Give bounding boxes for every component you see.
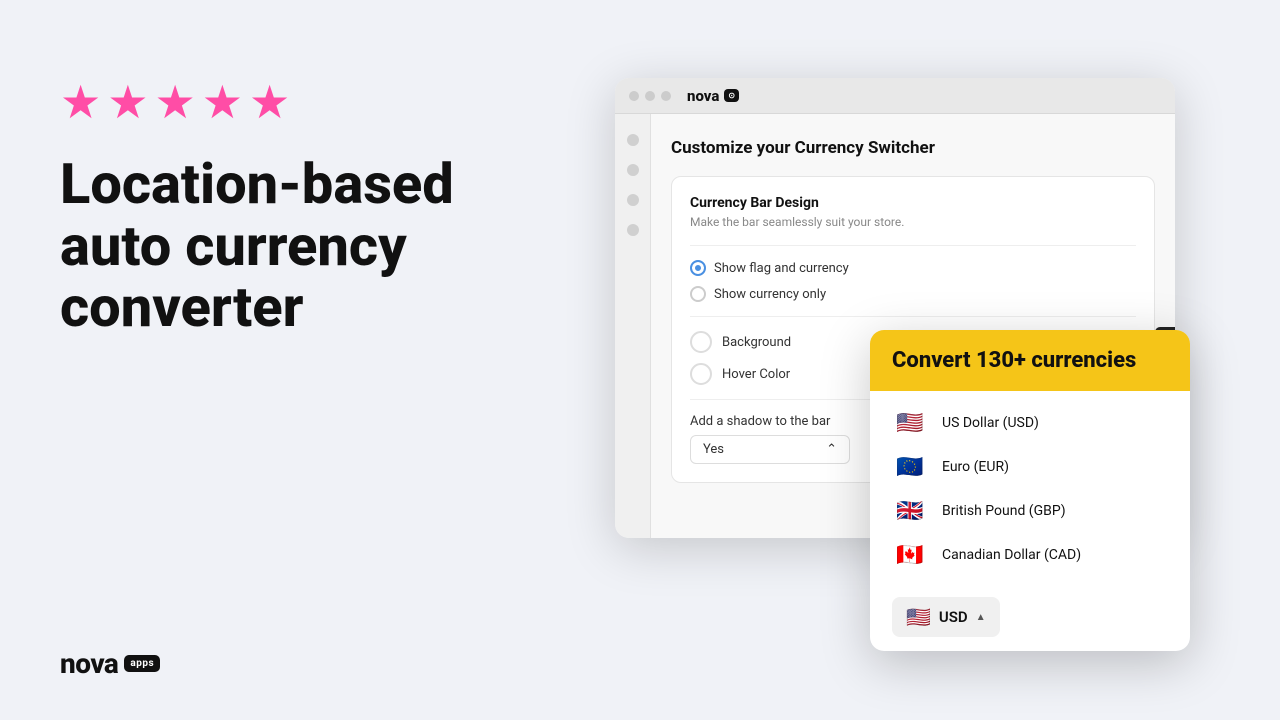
browser-brand-text: nova: [687, 87, 719, 105]
currency-name-gbp: British Pound (GBP): [942, 503, 1066, 519]
left-section: ★ ★ ★ ★ ★ Location-based auto currency c…: [60, 80, 540, 339]
hover-color-swatch[interactable]: [690, 363, 712, 385]
currency-list: 🇺🇸 US Dollar (USD) 🇪🇺 Euro (EUR) 🇬🇧 Brit…: [870, 391, 1190, 587]
sidebar-dot-3: [627, 194, 639, 206]
currency-name-eur: Euro (EUR): [942, 459, 1009, 475]
browser-brand: nova ⊙: [687, 87, 739, 105]
usd-selector-button[interactable]: 🇺🇸 USD ▲: [892, 597, 1000, 637]
currency-item-gbp[interactable]: 🇬🇧 British Pound (GBP): [870, 489, 1190, 533]
shadow-select[interactable]: Yes ⌃: [690, 435, 850, 464]
browser-dots: [629, 91, 671, 101]
currency-name-cad: Canadian Dollar (CAD): [942, 547, 1081, 563]
radio-flag-currency-input[interactable]: [690, 260, 706, 276]
radio-currency-only-label: Show currency only: [714, 287, 826, 302]
sidebar-dot-2: [627, 164, 639, 176]
radio-show-currency-only[interactable]: Show currency only: [690, 286, 1136, 302]
sidebar-dot-1: [627, 134, 639, 146]
browser-toolbar: nova ⊙: [615, 78, 1175, 114]
browser-dot-2: [645, 91, 655, 101]
stars-row: ★ ★ ★ ★ ★: [60, 80, 540, 126]
headline: Location-based auto currency converter: [60, 154, 540, 339]
browser-dot-3: [661, 91, 671, 101]
background-color-label: Background: [722, 335, 791, 350]
flag-cad: 🇨🇦: [892, 543, 928, 567]
star-5: ★: [249, 80, 290, 126]
browser-brand-badge: ⊙: [724, 89, 739, 102]
headline-line3: converter: [60, 274, 303, 340]
currency-item-cad[interactable]: 🇨🇦 Canadian Dollar (CAD): [870, 533, 1190, 577]
page-title: Customize your Currency Switcher: [671, 138, 1155, 158]
nova-apps-badge: apps: [124, 655, 160, 672]
star-2: ★: [107, 80, 148, 126]
background-color-swatch[interactable]: [690, 331, 712, 353]
nova-logo-text: nova: [60, 647, 118, 680]
currency-item-usd[interactable]: 🇺🇸 US Dollar (USD): [870, 401, 1190, 445]
nova-logo-bottom: nova apps: [60, 647, 160, 680]
sidebar-dot-4: [627, 224, 639, 236]
radio-currency-only-input[interactable]: [690, 286, 706, 302]
currency-footer: 🇺🇸 USD ▲: [870, 587, 1190, 651]
shadow-chevron-icon: ⌃: [826, 442, 837, 457]
card-subtitle: Make the bar seamlessly suit your store.: [690, 215, 1136, 229]
footer-currency-code: USD: [939, 608, 968, 626]
headline-line1: Location-based: [60, 151, 454, 217]
currency-popup: Convert 130+ currencies 🇺🇸 US Dollar (US…: [870, 330, 1190, 651]
currency-popup-title: Convert 130+ currencies: [892, 348, 1168, 373]
chevron-up-icon: ▲: [976, 612, 986, 623]
star-3: ★: [155, 80, 196, 126]
flag-eur: 🇪🇺: [892, 455, 928, 479]
browser-dot-1: [629, 91, 639, 101]
headline-line2: auto currency: [60, 213, 407, 279]
radio-show-flag-currency[interactable]: Show flag and currency: [690, 260, 1136, 276]
hover-color-label: Hover Color: [722, 367, 790, 382]
currency-item-eur[interactable]: 🇪🇺 Euro (EUR): [870, 445, 1190, 489]
shadow-value: Yes: [703, 442, 724, 457]
card-divider-1: [690, 245, 1136, 246]
radio-flag-currency-label: Show flag and currency: [714, 261, 849, 276]
star-1: ★: [60, 80, 101, 126]
footer-flag-icon: 🇺🇸: [906, 605, 931, 629]
card-title: Currency Bar Design: [690, 195, 1136, 211]
flag-usd: 🇺🇸: [892, 411, 928, 435]
flag-gbp: 🇬🇧: [892, 499, 928, 523]
currency-popup-header: Convert 130+ currencies: [870, 330, 1190, 391]
star-4: ★: [202, 80, 243, 126]
currency-name-usd: US Dollar (USD): [942, 415, 1039, 431]
card-divider-2: [690, 316, 1136, 317]
browser-sidebar: [615, 114, 651, 538]
